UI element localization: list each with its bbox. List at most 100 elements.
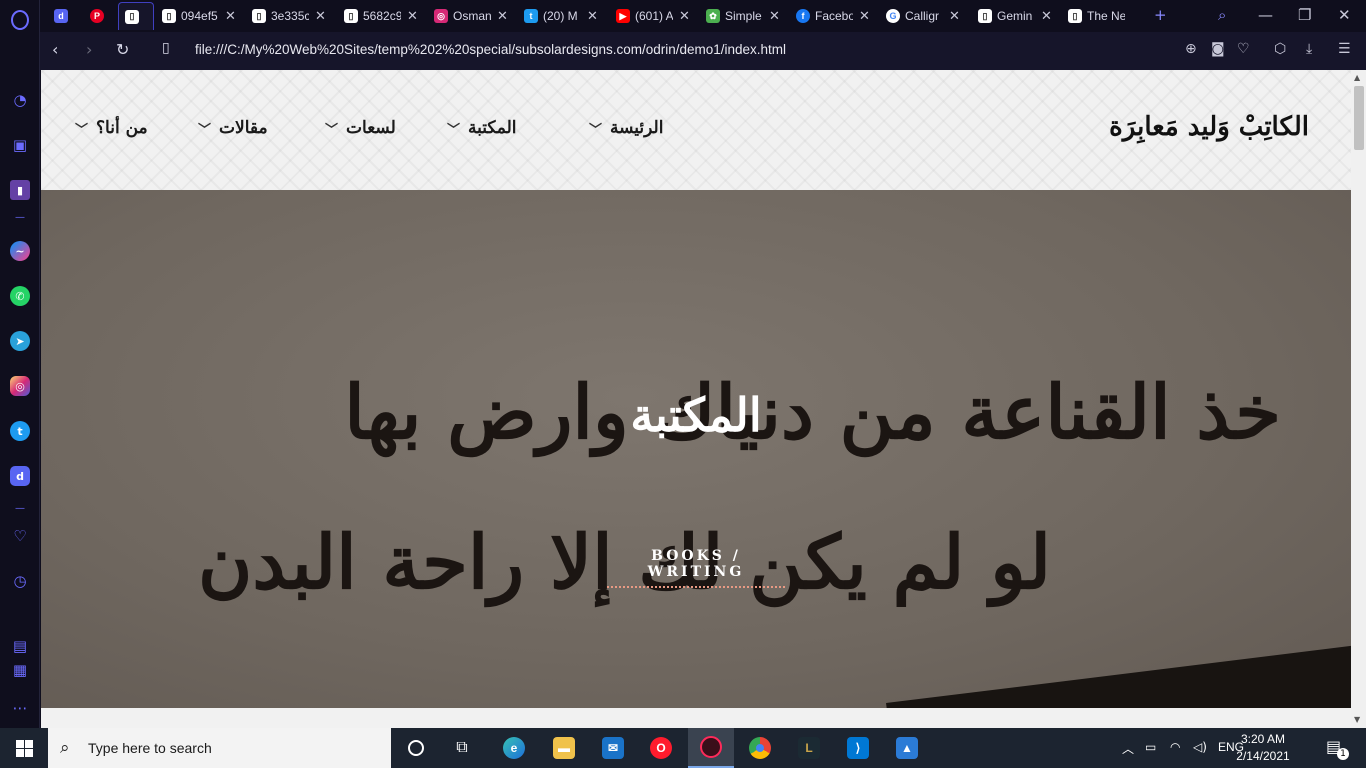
- more-dots-icon[interactable]: ⋯: [8, 696, 32, 720]
- nav-label: الرئيسة: [610, 118, 664, 138]
- history-clock-icon[interactable]: ◷: [8, 569, 32, 593]
- tab-5682c9[interactable]: ▯ 5682c9 ✕: [338, 2, 422, 30]
- hero-title: المكتبة: [630, 388, 762, 442]
- tab-twitter[interactable]: t (20) M ✕: [518, 2, 602, 30]
- speed-dial-icon[interactable]: ◔: [8, 88, 32, 112]
- scrollbar-thumb[interactable]: [1354, 86, 1364, 150]
- close-tab-icon[interactable]: ✕: [679, 8, 690, 24]
- shopping-bag-icon[interactable]: ▣: [8, 133, 32, 157]
- nav-item-about[interactable]: من أنا؟ ﹀: [75, 118, 148, 138]
- close-tab-icon[interactable]: ✕: [407, 8, 418, 24]
- opera-menu-icon[interactable]: [8, 8, 32, 32]
- scroll-up-arrow-icon[interactable]: ▲: [1354, 73, 1360, 82]
- tab-simple[interactable]: ✿ Simple ✕: [700, 2, 784, 30]
- close-tab-icon[interactable]: ✕: [587, 8, 598, 24]
- edge-app-icon[interactable]: e: [491, 728, 537, 768]
- mail-app-icon[interactable]: ✉: [590, 728, 636, 768]
- tab-gemini[interactable]: ▯ Gemin ✕: [972, 2, 1056, 30]
- tab-google[interactable]: G Calligr ✕: [880, 2, 964, 30]
- nav-item-library[interactable]: المكتبة ﹀: [447, 118, 517, 138]
- chrome-app-icon[interactable]: [737, 728, 783, 768]
- whatsapp-icon[interactable]: ✆: [8, 284, 32, 308]
- tab-3e335c[interactable]: ▯ 3e335c ✕: [246, 2, 330, 30]
- nav-item-stings[interactable]: لسعات ﹀: [325, 118, 396, 138]
- wifi-icon[interactable]: ◠: [1170, 740, 1180, 754]
- twitter-icon[interactable]: t: [8, 419, 32, 443]
- close-tab-icon[interactable]: ✕: [225, 8, 236, 24]
- tray-overflow-chevron-icon[interactable]: ︿: [1122, 740, 1134, 757]
- search-placeholder: Type here to search: [88, 740, 212, 756]
- twitch-icon[interactable]: ▮: [8, 178, 32, 202]
- system-clock[interactable]: 3:20 AM 2/14/2021: [1228, 731, 1298, 765]
- messenger-icon[interactable]: ~: [8, 239, 32, 263]
- tab-094ef5[interactable]: ▯ 094ef5 ✕: [156, 2, 240, 30]
- cortana-icon[interactable]: [393, 728, 439, 768]
- nav-item-home[interactable]: الرئيسة ﹀: [589, 118, 663, 138]
- tab-pinterest[interactable]: P: [84, 2, 114, 30]
- extensions-cube-icon[interactable]: ⬡: [1274, 41, 1286, 57]
- nav-label: مقالات: [219, 118, 268, 138]
- tab-facebook[interactable]: f Facebo ✕: [790, 2, 874, 30]
- close-tab-icon[interactable]: ✕: [769, 8, 780, 24]
- page-scrollbar[interactable]: ▲ ▼: [1351, 70, 1366, 728]
- opera-gx-app-icon[interactable]: [688, 728, 734, 768]
- tab-bar: d P ▯ ▯ 094ef5 ✕ ▯ 3e335c ✕ ▯ 5682c9 ✕ ◎…: [40, 0, 1366, 32]
- league-app-icon[interactable]: L: [786, 728, 832, 768]
- back-icon[interactable]: ‹: [52, 40, 58, 59]
- tab-discord[interactable]: d: [48, 2, 78, 30]
- document-tab-icon: ▯: [252, 9, 266, 23]
- taskbar-search-box[interactable]: ⌕ Type here to search: [48, 728, 391, 768]
- nav-label: من أنا؟: [96, 118, 148, 138]
- close-tab-icon[interactable]: ✕: [949, 8, 960, 24]
- heart-icon[interactable]: ♡: [8, 524, 32, 548]
- forward-icon[interactable]: ›: [86, 40, 92, 59]
- download-icon[interactable]: ⤓: [1306, 41, 1312, 57]
- close-tab-icon[interactable]: ✕: [1041, 8, 1052, 24]
- close-tab-icon[interactable]: ✕: [315, 8, 326, 24]
- battery-icon[interactable]: ▭: [1145, 740, 1156, 754]
- file-explorer-icon[interactable]: ▬: [541, 728, 587, 768]
- search-tabs-icon[interactable]: ⌕: [1218, 6, 1226, 24]
- reload-icon[interactable]: ↻: [116, 40, 129, 59]
- chevron-down-icon: ﹀: [325, 122, 339, 138]
- storage-icon[interactable]: ▤: [8, 634, 32, 658]
- windows-taskbar: ⌕ Type here to search ⧉ e ▬ ✉ O L ⟩ ▲ ︿ …: [0, 728, 1366, 768]
- vscode-app-icon[interactable]: ⟩: [835, 728, 881, 768]
- tab-youtube[interactable]: ▶ (601) A ✕: [610, 2, 694, 30]
- tab-title: (20) M: [543, 9, 578, 23]
- restore-icon[interactable]: ❐: [1298, 6, 1311, 24]
- clock-time: 3:20 AM: [1240, 732, 1286, 746]
- chip-icon[interactable]: ▦: [8, 658, 32, 682]
- url-field[interactable]: file:///C:/My%20Web%20Sites/temp%202%20s…: [195, 42, 786, 57]
- clock-date: 2/14/2021: [1236, 749, 1290, 763]
- facebook-tab-icon: f: [796, 9, 810, 23]
- instagram-icon[interactable]: ◎: [8, 374, 32, 398]
- address-bar: ‹ › ↻ ▯ file:///C:/My%20Web%20Sites/temp…: [40, 32, 1366, 70]
- new-tab-plus-icon[interactable]: +: [1154, 6, 1167, 24]
- volume-icon[interactable]: ◁): [1193, 740, 1207, 754]
- tab-instagram[interactable]: ◎ Osman ✕: [428, 2, 512, 30]
- tab-title: Calligr: [905, 9, 940, 23]
- document-tab-icon: ▯: [1068, 9, 1082, 23]
- zoom-icon[interactable]: ⊕: [1185, 41, 1197, 57]
- minimize-icon[interactable]: —: [1258, 6, 1273, 24]
- easy-setup-icon[interactable]: ☰: [1338, 41, 1351, 57]
- scroll-down-arrow-icon[interactable]: ▼: [1354, 715, 1360, 724]
- snapshot-camera-icon[interactable]: ◙: [1211, 41, 1225, 57]
- photos-app-icon[interactable]: ▲: [884, 728, 930, 768]
- bookmark-heart-icon[interactable]: ♡: [1237, 41, 1250, 57]
- telegram-icon[interactable]: ➤: [8, 329, 32, 353]
- google-tab-icon: G: [886, 9, 900, 23]
- close-window-icon[interactable]: ✕: [1338, 6, 1351, 24]
- site-logo[interactable]: الكاتِبْ وَليد مَعابِرَة: [1109, 112, 1309, 142]
- hero-banner: خذ القناعة من دنياك وارض بها لو لم يكن ل…: [41, 190, 1351, 708]
- close-tab-icon[interactable]: ✕: [859, 8, 870, 24]
- opera-app-icon[interactable]: O: [638, 728, 684, 768]
- nav-item-articles[interactable]: مقالات ﹀: [198, 118, 268, 138]
- start-button[interactable]: [0, 728, 48, 768]
- discord-icon[interactable]: d: [8, 464, 32, 488]
- tab-active-document[interactable]: ▯: [118, 2, 154, 30]
- task-view-icon[interactable]: ⧉: [439, 728, 485, 768]
- tab-the-ne[interactable]: ▯ The Ne: [1062, 2, 1146, 30]
- close-tab-icon[interactable]: ✕: [497, 8, 508, 24]
